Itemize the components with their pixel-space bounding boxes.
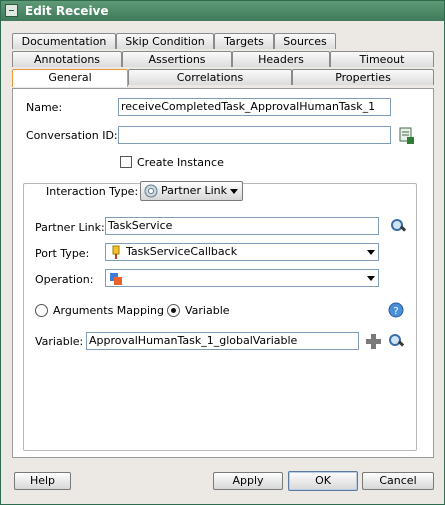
create-instance-label: Create Instance [137,156,224,169]
svg-text:?: ? [393,306,398,317]
tab-properties[interactable]: Properties [292,69,434,85]
conversation-id-field[interactable] [118,126,391,144]
chevron-down-icon [367,276,375,281]
port-type-icon [112,245,120,259]
window-menu-icon[interactable] [5,4,18,17]
help-circle-icon[interactable]: ? [388,302,404,318]
tab-timeout[interactable]: Timeout [330,51,434,67]
tab-targets[interactable]: Targets [214,33,274,49]
operation-label: Operation: [35,273,94,286]
conversation-id-label: Conversation ID: [26,129,118,142]
tab-assertions[interactable]: Assertions [122,51,232,67]
operation-dropdown[interactable] [105,269,379,287]
partner-link-field[interactable]: TaskService [105,217,379,235]
variable-radio[interactable] [167,304,180,317]
tab-headers[interactable]: Headers [232,51,330,67]
tab-annotations[interactable]: Annotations [12,51,122,67]
ok-button[interactable]: OK [288,471,358,491]
title-bar: Edit Receive [1,1,444,21]
partner-link-label: Partner Link: [35,221,105,234]
tab-sources[interactable]: Sources [274,33,336,49]
variable-label: Variable: [35,335,84,348]
dialog-title: Edit Receive [25,4,109,18]
operation-icon [110,273,122,285]
arguments-mapping-radio[interactable] [35,304,48,317]
interaction-type-dropdown[interactable]: Partner Link [140,181,243,201]
name-label: Name: [26,101,63,114]
chevron-down-icon [367,250,375,255]
search-icon[interactable] [390,218,406,234]
conversation-id-icon[interactable] [399,127,415,145]
tab-skip-condition[interactable]: Skip Condition [116,33,214,49]
tab-documentation[interactable]: Documentation [12,33,116,49]
tab-correlations[interactable]: Correlations [128,69,292,85]
create-instance-checkbox[interactable] [120,156,132,168]
interaction-type-label: Interaction Type: [43,185,142,198]
tab-strip: Documentation Skip Condition Targets Sou… [12,33,434,89]
port-type-label: Port Type: [35,247,90,260]
edit-receive-dialog: Edit Receive Documentation Skip Conditio… [0,0,445,505]
variable-field[interactable]: ApprovalHumanTask_1_globalVariable [86,332,359,350]
variable-option-label: Variable [185,304,230,317]
help-button[interactable]: Help [14,472,71,490]
chevron-down-icon [230,189,238,194]
general-panel: Name: receiveCompletedTask_ApprovalHuman… [12,88,434,458]
apply-button[interactable]: Apply [213,472,283,490]
search-icon[interactable] [388,333,404,349]
arguments-mapping-label: Arguments Mapping [53,304,165,317]
cancel-button[interactable]: Cancel [362,472,434,490]
plus-icon[interactable] [366,334,381,349]
name-field[interactable]: receiveCompletedTask_ApprovalHumanTask_1 [118,98,391,116]
tab-general[interactable]: General [12,69,128,87]
partner-link-icon [144,184,158,198]
port-type-dropdown[interactable]: TaskServiceCallback [105,243,379,261]
